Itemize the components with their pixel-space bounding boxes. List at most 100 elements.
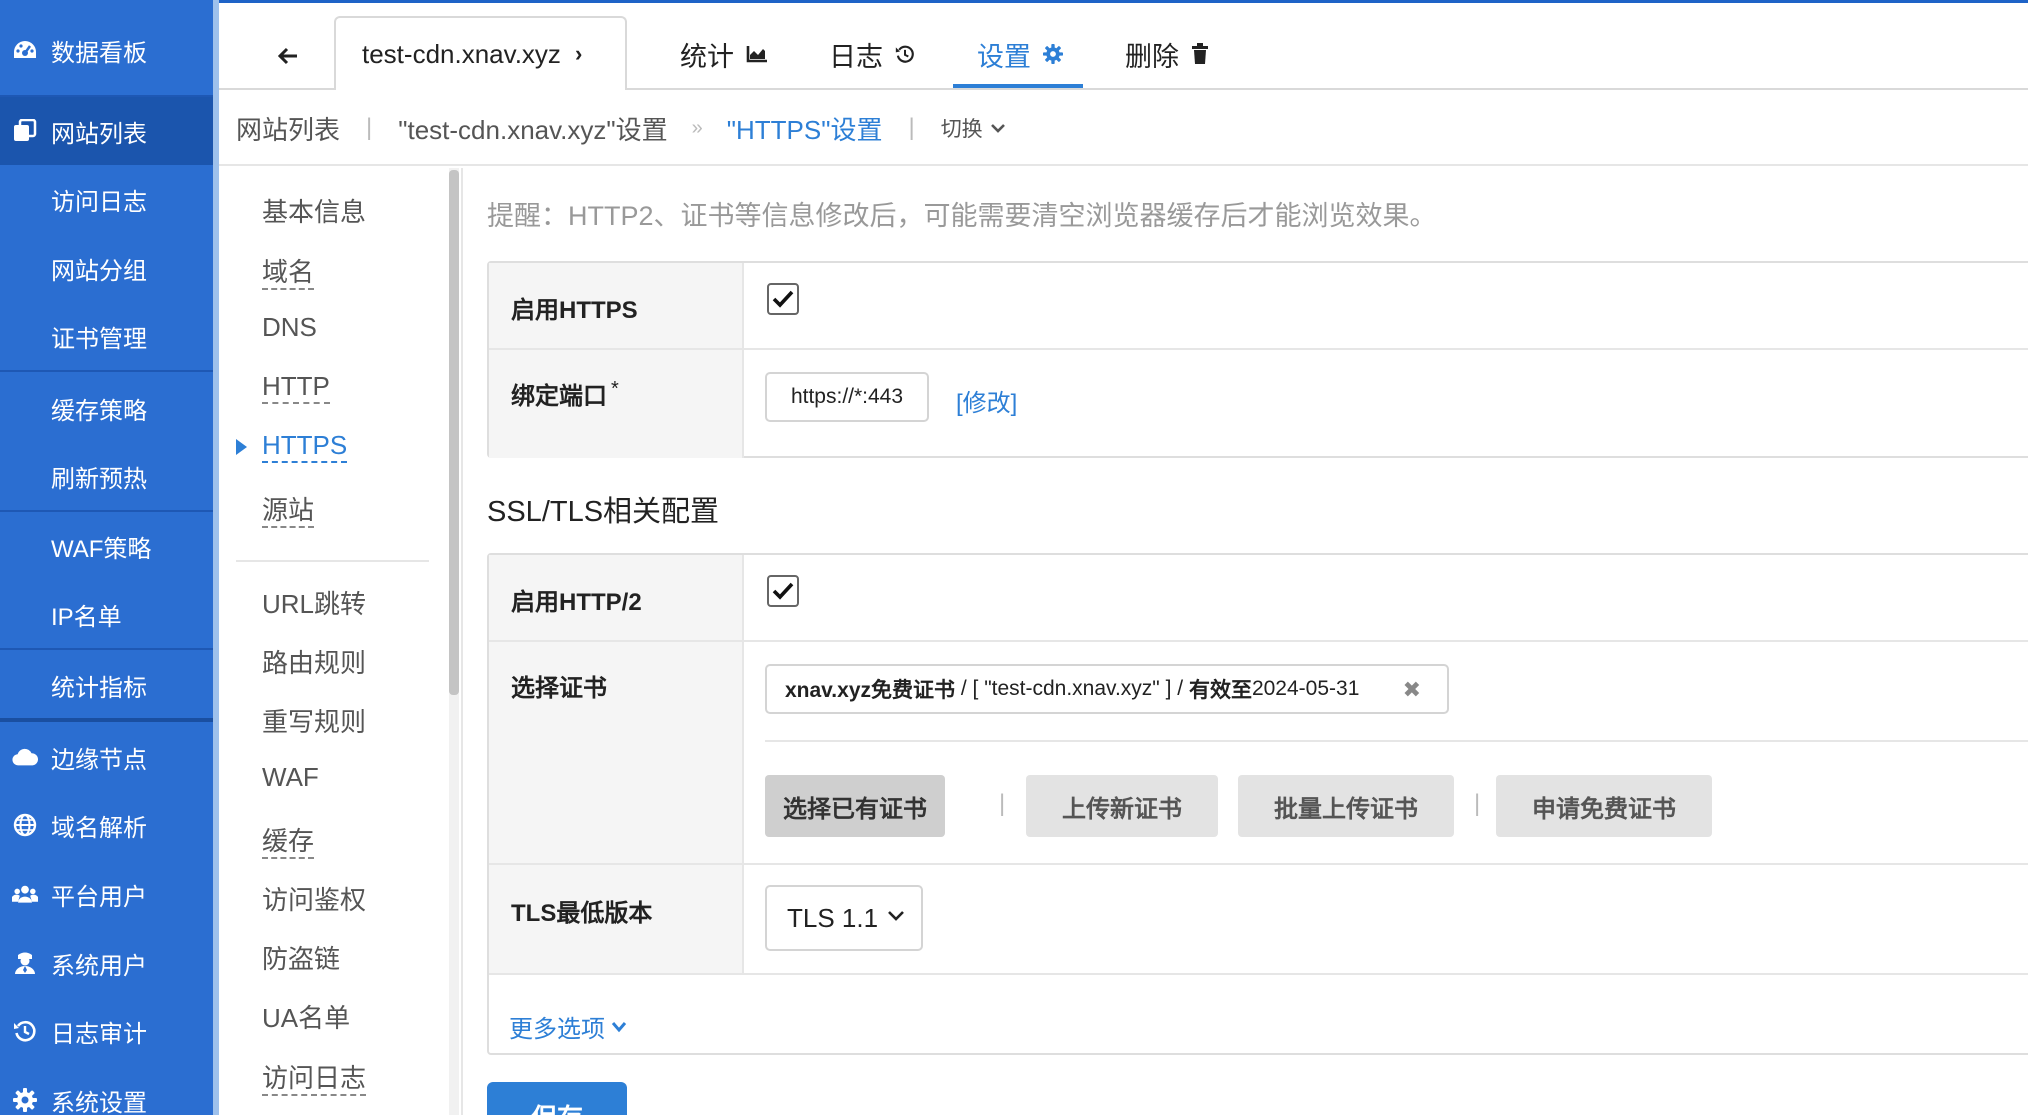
- settings-menu-https[interactable]: HTTPS: [262, 430, 348, 463]
- nav-item-purge[interactable]: 刷新预热: [0, 452, 213, 500]
- tls-min-select[interactable]: TLS 1.1: [765, 885, 923, 951]
- settings-menu-dns[interactable]: DNS: [262, 312, 317, 343]
- settings-menu-hotlink[interactable]: 防盗链: [262, 939, 340, 976]
- selected-cert-tag: xnav.xyz免费证书 / [ "test-cdn.xnav.xyz" ] /…: [765, 664, 1449, 714]
- cert-divider: [765, 740, 2028, 742]
- settings-menu-auth[interactable]: 访问鉴权: [262, 880, 366, 917]
- nav-label: IP名单: [51, 603, 122, 631]
- back-button[interactable]: [270, 38, 306, 74]
- tab-delete[interactable]: 删除: [1125, 34, 1209, 74]
- gear-icon: [1043, 44, 1063, 64]
- settings-menu-url-redirect[interactable]: URL跳转: [262, 584, 366, 621]
- settings-menu-divider: [236, 560, 429, 562]
- settings-menu-routing[interactable]: 路由规则: [262, 643, 366, 680]
- site-tab[interactable]: test-cdn.xnav.xyz ›: [334, 16, 627, 90]
- nav-label: 网站分组: [51, 257, 147, 285]
- nav-item-dns[interactable]: 域名解析: [0, 801, 213, 849]
- settings-menu-waf[interactable]: WAF: [262, 762, 319, 793]
- switch-dropdown[interactable]: 切换: [941, 113, 1005, 143]
- nav-item-cache-policy[interactable]: 缓存策略: [0, 384, 213, 432]
- remove-cert-icon[interactable]: ✖: [1403, 677, 1421, 703]
- breadcrumb-separator: |: [908, 114, 915, 141]
- tab-settings-label: 设置: [977, 41, 1031, 72]
- nav-item-dashboard[interactable]: 数据看板: [0, 28, 213, 72]
- settings-menu-label: URL跳转: [262, 589, 367, 619]
- ssl-panel: 启用HTTP/2 选择证书 xnav.xyz免费证书 / [ "test-cdn…: [487, 553, 2028, 1055]
- enable-http2-checkbox[interactable]: [767, 575, 799, 607]
- select-cert-label: 选择证书: [511, 675, 607, 702]
- more-options-toggle[interactable]: 更多选项: [509, 1009, 627, 1044]
- nav-label: 系统设置: [51, 1089, 147, 1115]
- chevron-down-icon: [611, 1021, 627, 1032]
- breadcrumb-separator: |: [366, 114, 373, 141]
- batch-upload-cert-button[interactable]: 批量上传证书: [1238, 775, 1454, 837]
- nav-label: 边缘节点: [51, 746, 147, 774]
- nav-label: 访问日志: [51, 188, 147, 216]
- settings-menu-http[interactable]: HTTP: [262, 371, 330, 404]
- settings-menu-label: 路由规则: [262, 648, 367, 678]
- breadcrumb-site-settings[interactable]: "test-cdn.xnav.xyz"设置: [398, 110, 667, 147]
- settings-menu-label: 域名: [262, 257, 315, 290]
- nav-label: 平台用户: [51, 883, 147, 911]
- gear-icon: [12, 1087, 38, 1113]
- button-separator: |: [999, 790, 1006, 817]
- chart-icon: [746, 46, 767, 63]
- nav-label: 系统用户: [51, 952, 147, 980]
- settings-menu-rewrite[interactable]: 重写规则: [262, 702, 366, 739]
- settings-menu-access-log[interactable]: 访问日志: [262, 1058, 367, 1096]
- globe-icon: [12, 812, 38, 838]
- apply-free-cert-button[interactable]: 申请免费证书: [1496, 775, 1712, 837]
- nav-divider: [0, 510, 213, 512]
- row-tls-min: TLS最低版本 TLS 1.1: [489, 865, 2028, 975]
- bind-port-label: 绑定端口: [511, 383, 607, 410]
- sidebar-edge: [213, 0, 219, 1115]
- modify-port-link[interactable]: [修改]: [956, 383, 1017, 418]
- nav-item-ip-list[interactable]: IP名单: [0, 590, 213, 638]
- settings-menu-domain[interactable]: 域名: [262, 252, 315, 290]
- nav-item-audit-log[interactable]: 日志审计: [0, 1007, 213, 1055]
- bind-port-label-wrap: 绑定端口 *: [511, 376, 619, 411]
- nav-item-system-settings[interactable]: 系统设置: [0, 1076, 213, 1115]
- cert-name: xnav.xyz免费证书: [785, 679, 955, 702]
- settings-menu-scroll-thumb[interactable]: [449, 170, 459, 695]
- nav-item-access-log[interactable]: 访问日志: [0, 175, 213, 223]
- nav-item-metrics[interactable]: 统计指标: [0, 661, 213, 709]
- row-label-bg: 启用HTTPS: [489, 263, 744, 348]
- https-panel: 启用HTTPS 绑定端口 * https://*:443 [修改]: [487, 261, 2028, 458]
- settings-menu-cache[interactable]: 缓存: [262, 821, 315, 859]
- active-tab-indicator: [953, 84, 1083, 88]
- bind-port-value: https://*:443: [765, 372, 929, 422]
- cert-domains: "test-cdn.xnav.xyz": [984, 677, 1160, 700]
- breadcrumb-site-list[interactable]: 网站列表: [236, 110, 340, 147]
- tab-logs[interactable]: 日志: [829, 34, 915, 74]
- save-button[interactable]: 保存: [487, 1082, 627, 1115]
- settings-menu-basic[interactable]: 基本信息: [262, 192, 366, 229]
- nav-item-certs[interactable]: 证书管理: [0, 312, 213, 360]
- settings-menu-ua-list[interactable]: UA名单: [262, 998, 350, 1035]
- cert-separator: ] /: [1159, 677, 1189, 700]
- tab-logs-label: 日志: [829, 41, 883, 72]
- settings-menu-label: HTTPS: [262, 430, 348, 463]
- breadcrumb-current[interactable]: "HTTPS"设置: [727, 110, 883, 147]
- settings-menu-label: 缓存: [262, 826, 315, 859]
- enable-https-checkbox[interactable]: [767, 283, 799, 315]
- upload-new-cert-button[interactable]: 上传新证书: [1026, 775, 1218, 837]
- tab-stats[interactable]: 统计: [680, 34, 768, 74]
- tip-text: 提醒：HTTP2、证书等信息修改后，可能需要清空浏览器缓存后才能浏览效果。: [487, 201, 1437, 231]
- nav-item-platform-users[interactable]: 平台用户: [0, 870, 213, 918]
- nav-item-sites[interactable]: 网站列表: [0, 97, 213, 165]
- nav-item-waf-policy[interactable]: WAF策略: [0, 522, 213, 570]
- settings-menu-label: 防盗链: [262, 944, 341, 974]
- checkmark-icon: [772, 582, 794, 600]
- breadcrumb-border: [219, 164, 2028, 166]
- row-label-bg: 选择证书: [489, 642, 744, 863]
- nav-item-system-users[interactable]: 系统用户: [0, 939, 213, 987]
- nav-divider: [0, 718, 213, 722]
- tab-settings[interactable]: 设置: [977, 34, 1063, 74]
- nav-item-edge-nodes[interactable]: 边缘节点: [0, 733, 213, 781]
- settings-menu-origin[interactable]: 源站: [262, 490, 315, 528]
- select-existing-cert-button[interactable]: 选择已有证书: [765, 775, 945, 837]
- nav-label: 证书管理: [51, 325, 147, 353]
- active-menu-marker-icon: [236, 439, 247, 455]
- nav-item-site-groups[interactable]: 网站分组: [0, 244, 213, 292]
